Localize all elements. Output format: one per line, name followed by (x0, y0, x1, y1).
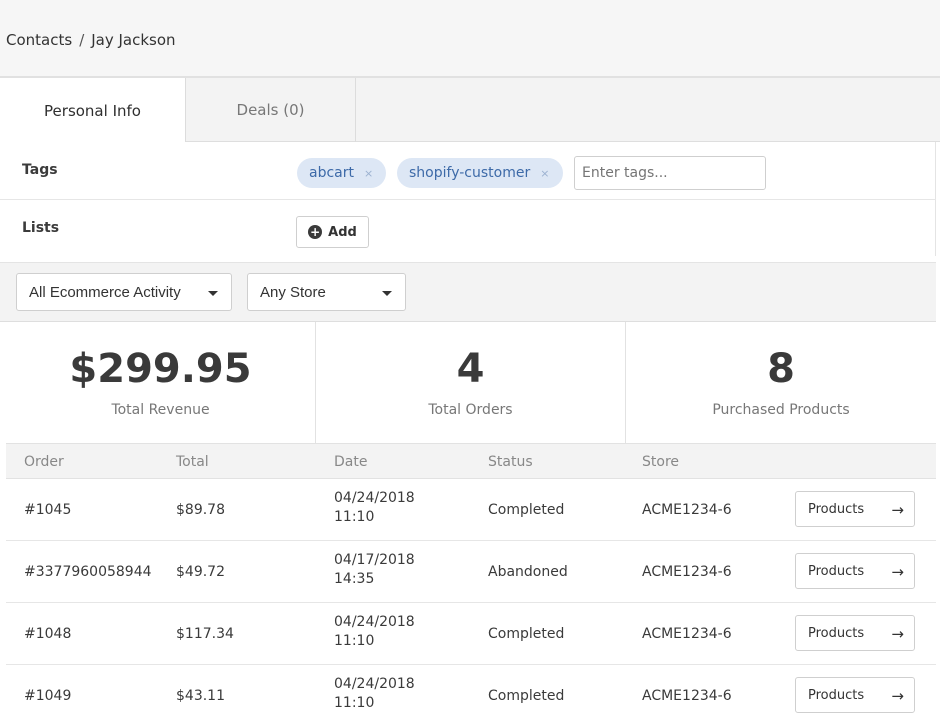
tag-label: abcart (309, 165, 354, 181)
order-date: 04/17/2018 14:35 (334, 551, 415, 589)
page-header: Contacts / Jay Jackson (0, 0, 940, 78)
order-date-day: 04/24/2018 (334, 490, 415, 506)
stat-value: 8 (767, 346, 795, 392)
stats-summary: $299.95 Total Revenue 4 Total Orders 8 P… (6, 322, 936, 444)
tag-label: shopify-customer (409, 165, 531, 181)
breadcrumb-current: Jay Jackson (91, 31, 176, 49)
tag-shopify-customer: shopify-customer × (397, 158, 563, 188)
order-status: Abandoned (488, 564, 568, 580)
tab-deals[interactable]: Deals (0) (186, 78, 356, 142)
column-header-order: Order (24, 454, 64, 470)
plus-circle-icon: + (308, 225, 323, 239)
order-number: #3377960058944 (24, 564, 152, 580)
products-button-label: Products (808, 501, 865, 517)
order-date-time: 11:10 (334, 695, 375, 711)
order-status: Completed (488, 626, 565, 642)
order-date-time: 11:10 (334, 509, 375, 525)
column-header-date: Date (334, 454, 368, 470)
breadcrumb-contacts-link[interactable]: Contacts (6, 31, 72, 49)
products-button-label: Products (808, 563, 865, 579)
filter-bar: All Ecommerce Activity Any Store (0, 262, 936, 322)
lists-row: Lists + Add (0, 200, 936, 256)
products-button[interactable]: Products → (795, 677, 915, 713)
stat-label: Total Orders (428, 402, 513, 418)
tab-bar: Personal Info Deals (0) (0, 78, 940, 143)
table-row: #1045 $89.78 04/24/2018 11:10 Completed A… (6, 479, 936, 541)
chevron-down-icon (382, 291, 392, 296)
tags-input[interactable] (574, 156, 766, 190)
add-button-label: Add (328, 224, 357, 240)
breadcrumb-separator: / (79, 31, 85, 49)
personal-info-panel: Tags abcart × shopify-customer × Lists +… (0, 142, 936, 256)
activity-filter-dropdown[interactable]: All Ecommerce Activity (16, 273, 232, 311)
order-date-day: 04/24/2018 (334, 676, 415, 692)
order-number: #1048 (24, 626, 72, 642)
column-header-total: Total (176, 454, 209, 470)
add-list-button[interactable]: + Add (296, 216, 369, 248)
tags-row: Tags abcart × shopify-customer × (0, 142, 936, 200)
products-button[interactable]: Products → (795, 491, 915, 527)
arrow-right-icon: → (891, 687, 904, 705)
order-date: 04/24/2018 11:10 (334, 489, 415, 527)
order-date-day: 04/17/2018 (334, 552, 415, 568)
stat-label: Total Revenue (111, 402, 210, 418)
order-store: ACME1234-6 (642, 564, 732, 580)
order-total: $89.78 (176, 502, 225, 518)
stat-value: 4 (456, 346, 485, 392)
table-row: #1048 $117.34 04/24/2018 11:10 Completed … (6, 603, 936, 665)
order-date: 04/24/2018 11:10 (334, 613, 415, 651)
products-button-label: Products (808, 687, 865, 703)
store-filter-dropdown[interactable]: Any Store (247, 273, 406, 311)
order-status: Completed (488, 688, 565, 704)
store-filter-value: Any Store (260, 283, 326, 301)
order-total: $49.72 (176, 564, 225, 580)
order-date: 04/24/2018 11:10 (334, 675, 415, 713)
column-header-store: Store (642, 454, 680, 470)
order-store: ACME1234-6 (642, 626, 732, 642)
chevron-down-icon (208, 291, 218, 296)
order-date-time: 14:35 (334, 571, 375, 587)
stat-value: $299.95 (69, 346, 252, 392)
order-number: #1045 (24, 502, 72, 518)
order-total: $43.11 (176, 688, 225, 704)
order-total: $117.34 (176, 626, 234, 642)
stat-purchased-products: 8 Purchased Products (626, 322, 936, 444)
arrow-right-icon: → (891, 501, 904, 519)
table-row: #3377960058944 $49.72 04/17/2018 14:35 Ab… (6, 541, 936, 603)
products-button[interactable]: Products → (795, 553, 915, 589)
tags-label: Tags (22, 162, 58, 178)
stat-label: Purchased Products (712, 402, 850, 418)
products-button-label: Products (808, 625, 865, 641)
lists-label: Lists (22, 220, 60, 236)
tag-remove-icon[interactable]: × (540, 167, 549, 180)
stat-total-orders: 4 Total Orders (316, 322, 626, 444)
table-row: #1049 $43.11 04/24/2018 11:10 Completed A… (6, 665, 936, 725)
tag-abcart: abcart × (297, 158, 386, 188)
column-header-status: Status (488, 454, 533, 470)
stat-total-revenue: $299.95 Total Revenue (6, 322, 316, 444)
table-header: Order Total Date Status Store (6, 444, 936, 479)
tag-remove-icon[interactable]: × (364, 167, 373, 180)
order-store: ACME1234-6 (642, 688, 732, 704)
order-date-day: 04/24/2018 (334, 614, 415, 630)
activity-filter-value: All Ecommerce Activity (29, 283, 181, 301)
tab-personal-info[interactable]: Personal Info (0, 78, 186, 143)
orders-table: Order Total Date Status Store #1045 $89.… (6, 444, 936, 725)
order-number: #1049 (24, 688, 72, 704)
order-store: ACME1234-6 (642, 502, 732, 518)
breadcrumb: Contacts / Jay Jackson (6, 31, 176, 49)
products-button[interactable]: Products → (795, 615, 915, 651)
order-date-time: 11:10 (334, 633, 375, 649)
arrow-right-icon: → (891, 625, 904, 643)
arrow-right-icon: → (891, 563, 904, 581)
order-status: Completed (488, 502, 565, 518)
